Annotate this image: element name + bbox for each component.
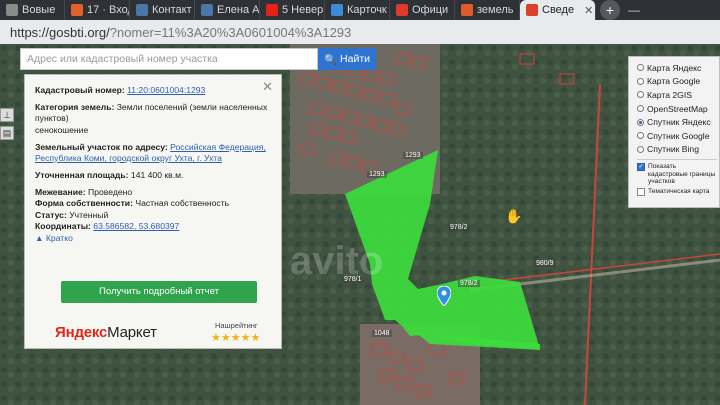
tab-label: Офици [412, 4, 449, 16]
browser-tab[interactable]: Вовыe [0, 0, 65, 20]
yandex-market-logo[interactable]: ЯндексМаркет [55, 323, 157, 343]
show-boundaries-checkbox[interactable]: ✓ Показать кадастровые границы участков [637, 163, 717, 186]
radio-icon[interactable] [637, 118, 644, 126]
map-label-parcel: 1293 [367, 171, 387, 178]
browser-tab[interactable]: Елена Ан [195, 0, 260, 20]
rating-stars: ★★★★★ [211, 332, 261, 344]
ruler-icon[interactable]: ⊥ [0, 108, 14, 122]
browser-tab[interactable]: Офици [390, 0, 455, 20]
usage-text: сенокошение [35, 124, 89, 135]
checkbox-icon[interactable]: ✓ [637, 163, 645, 172]
tab-favicon-icon [136, 4, 148, 16]
tab-favicon-icon [266, 4, 278, 16]
parcel-info-panel: ✕ Кадастровый номер: 11:20:0601004:1293 … [24, 74, 282, 349]
browser-tab[interactable]: земель [455, 0, 520, 20]
new-tab-button[interactable]: + [600, 0, 620, 20]
watermark: avito [290, 239, 384, 283]
browser-tab[interactable]: 5 Невер [260, 0, 325, 20]
layer-option[interactable]: OpenStreetMap [637, 102, 717, 116]
collapse-toggle[interactable]: ▲ Кратко [35, 233, 271, 244]
close-tab-icon[interactable]: ✕ [584, 4, 593, 17]
map-label-plot: 978/2 [448, 224, 470, 231]
coords-link[interactable]: 63.586582, 53.680397 [93, 221, 179, 231]
tab-label: 17 · Вход [87, 4, 130, 16]
status-row: Статус: Учтенный [35, 209, 109, 220]
tab-favicon-icon [526, 4, 538, 16]
close-icon[interactable]: ✕ [262, 79, 273, 96]
map-label-parcel: 1293 [403, 152, 423, 159]
checkbox-icon[interactable] [637, 187, 645, 196]
tab-label: Сведе [542, 4, 575, 16]
radio-icon[interactable] [637, 91, 644, 99]
search-icon: 🔍 [323, 53, 338, 66]
browser-tab[interactable]: Сведе ✕ [520, 0, 596, 20]
browser-tab[interactable]: Карточк [325, 0, 390, 20]
radio-icon[interactable] [637, 105, 644, 113]
search-input[interactable]: Адрес или кадастровый номер участка [20, 48, 318, 70]
address-row: Земельный участок по адресу: Российская … [35, 141, 266, 163]
layer-option[interactable]: Карта 2GIS [637, 88, 717, 102]
tab-label: Контакт [152, 4, 192, 16]
map-label-plot: 1048 [372, 330, 392, 337]
tab-label: 5 Невер [282, 4, 324, 16]
tab-favicon-icon [201, 4, 213, 16]
browser-tab[interactable]: 17 · Вход [65, 0, 130, 20]
address-bar[interactable]: https://gosbti.org/?nomer=11%3A20%3A0601… [0, 20, 720, 44]
survey-row: Межевание: Проведено [35, 187, 133, 198]
tab-label: Вовыe [22, 4, 56, 16]
radio-icon[interactable] [637, 77, 644, 85]
radio-icon[interactable] [637, 145, 644, 153]
tab-label: Елена Ан [217, 4, 260, 16]
category-row: Категория земель: Земли поселений (земли… [35, 102, 268, 135]
hand-cursor-icon: ✋ [505, 208, 523, 224]
map-label-plot: 980/9 [534, 260, 556, 267]
get-report-button[interactable]: Получить подробный отчет [61, 281, 257, 303]
layer-option[interactable]: Спутник Bing [637, 143, 717, 157]
layer-option[interactable]: Карта Яндекс [637, 61, 717, 75]
ownership-row: Форма собственности: Частная собственнос… [35, 198, 230, 209]
map-label-plot: 978/2 [458, 280, 480, 287]
tab-favicon-icon [6, 4, 18, 16]
tab-label: Карточк [347, 4, 387, 16]
radio-icon[interactable] [637, 64, 644, 72]
area-row: Уточненная площадь: 141 400 кв.м. [35, 170, 184, 181]
minimize-icon[interactable]: — [624, 0, 644, 20]
layer-option[interactable]: Карта Google [637, 75, 717, 89]
browser-tab-strip: Вовыe 17 · Вход Контакт Елена Ан 5 Невер Карт… [0, 0, 720, 20]
cadastral-number-link[interactable]: 11:20:0601004:1293 [127, 85, 205, 95]
chevron-up-icon: ▲ [35, 232, 44, 243]
rating-label: Нашрейтинг [215, 321, 258, 330]
layer-option[interactable]: Спутник Яндекс [637, 115, 717, 129]
radio-icon[interactable] [637, 132, 644, 140]
tab-favicon-icon [71, 4, 83, 16]
map-layers-panel: Карта Яндекс Карта Google Карта 2GIS OpenSt… [628, 56, 720, 208]
map-pin-icon[interactable] [437, 286, 451, 306]
cadastral-row: Кадастровый номер: 11:20:0601004:1293 [35, 85, 206, 95]
tab-label: земель [477, 4, 514, 16]
thematic-map-checkbox[interactable]: Тематическая карта [637, 187, 717, 196]
coords-row: Координаты: 63.586582, 53.680397 [35, 220, 180, 231]
browser-tab[interactable]: Контакт [130, 0, 195, 20]
tab-favicon-icon [331, 4, 343, 16]
search-button[interactable]: 🔍 Найти [318, 48, 376, 70]
print-icon[interactable]: ▤ [0, 126, 14, 140]
tab-favicon-icon [461, 4, 473, 16]
url-text[interactable]: https://gosbti.org/?nomer=11%3A20%3A0601… [10, 25, 351, 40]
tab-favicon-icon [396, 4, 408, 16]
layer-option[interactable]: Спутник Google [637, 129, 717, 143]
